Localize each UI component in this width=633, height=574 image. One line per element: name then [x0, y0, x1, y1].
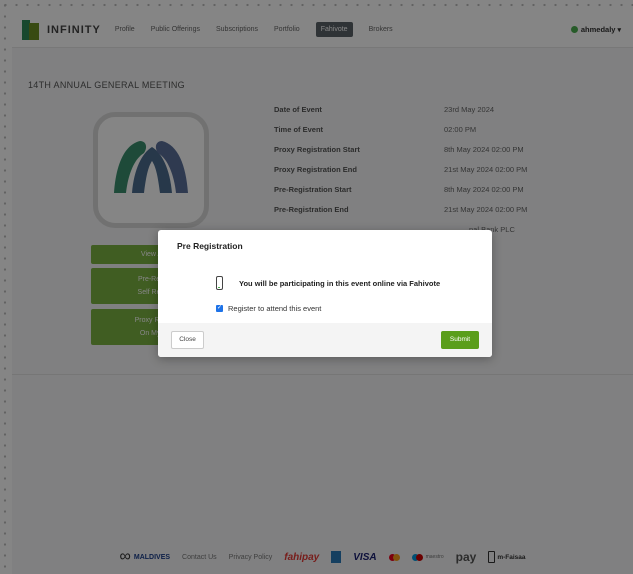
- register-attend-row[interactable]: ✓ Register to attend this event: [216, 304, 321, 313]
- register-attend-checkbox[interactable]: ✓: [216, 305, 223, 312]
- dialog-title: Pre Registration: [177, 241, 243, 251]
- notice-text: You will be participating in this event …: [239, 278, 441, 288]
- online-participation-notice: You will be participating in this event …: [216, 276, 440, 290]
- dialog-footer: Close Submit: [158, 323, 492, 357]
- close-button[interactable]: Close: [171, 331, 204, 349]
- submit-button[interactable]: Submit: [441, 331, 479, 349]
- checkbox-label[interactable]: Register to attend this event: [228, 304, 321, 313]
- mobile-phone-icon: [216, 276, 223, 290]
- pre-registration-dialog: Pre Registration You will be participati…: [158, 230, 492, 357]
